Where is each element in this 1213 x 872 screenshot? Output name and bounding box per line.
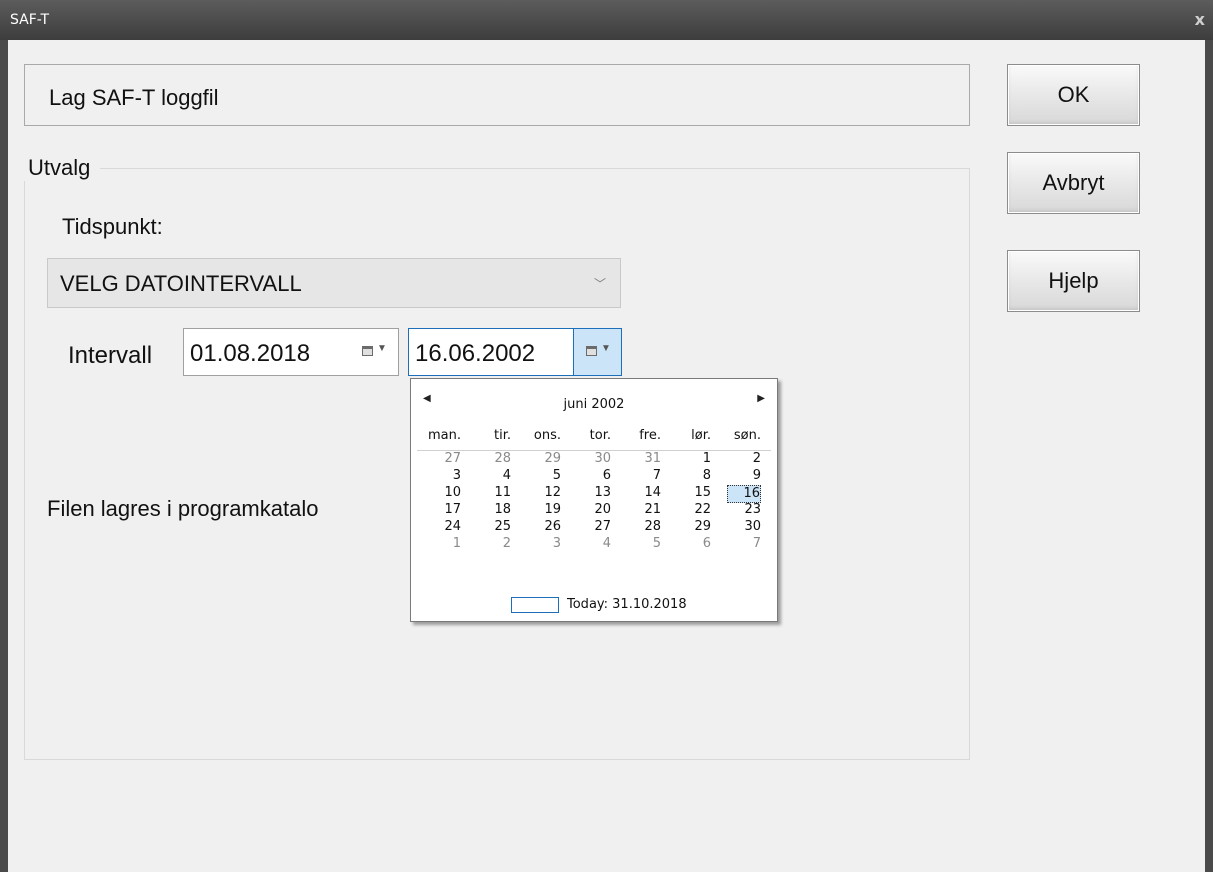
calendar-day[interactable]: 2 — [727, 451, 761, 467]
calendar-day[interactable]: 26 — [527, 519, 561, 535]
header-title: Lag SAF-T loggfil — [49, 85, 219, 110]
window-title: SAF-T — [10, 12, 50, 28]
weekday-label: tir. — [494, 428, 511, 443]
calendar-day[interactable]: 25 — [477, 519, 511, 535]
calendar-icon — [586, 346, 597, 356]
calendar-day[interactable]: 17 — [427, 502, 461, 518]
calendar-popup: ◀ juni 2002 ▶ man. tir. ons. tor. fre. lør. sø… — [410, 378, 778, 622]
tidspunkt-dropdown[interactable]: VELG DATOINTERVALL ﹀ — [47, 258, 621, 308]
calendar-day[interactable]: 28 — [627, 519, 661, 535]
groupbox-label: Utvalg — [18, 155, 101, 181]
calendar-day[interactable]: 29 — [677, 519, 711, 535]
calendar-day[interactable]: 21 — [627, 502, 661, 518]
calendar-day[interactable]: 8 — [677, 468, 711, 484]
weekday-label: tor. — [589, 428, 611, 443]
calendar-day-selected[interactable]: 16 — [727, 485, 761, 503]
calendar-month-label[interactable]: juni 2002 — [411, 397, 777, 412]
weekday-header-row: man. tir. ons. tor. fre. lør. søn. — [411, 428, 779, 444]
header-panel: Lag SAF-T loggfil — [24, 64, 970, 126]
calendar-day[interactable]: 22 — [677, 502, 711, 518]
date-from-dropdown-button[interactable]: ▼ — [350, 329, 398, 375]
calendar-day[interactable]: 27 — [427, 451, 461, 467]
date-to-picker[interactable]: 16.06.2002 ▼ — [408, 328, 622, 376]
calendar-week-row: 27 28 29 30 31 1 2 — [411, 451, 779, 467]
weekday-label: fre. — [639, 428, 661, 443]
chevron-down-icon[interactable]: ﹀ — [594, 275, 606, 292]
calendar-icon — [362, 346, 373, 356]
calendar-day[interactable]: 4 — [477, 468, 511, 484]
calendar-day[interactable]: 1 — [677, 451, 711, 467]
calendar-day[interactable]: 5 — [627, 536, 661, 552]
date-to-dropdown-button[interactable]: ▼ — [573, 329, 621, 375]
calendar-day[interactable]: 28 — [477, 451, 511, 467]
intervall-label: Intervall — [68, 342, 153, 369]
caret-down-icon: ▼ — [377, 343, 387, 354]
calendar-day[interactable]: 5 — [527, 468, 561, 484]
calendar-day[interactable]: 6 — [677, 536, 711, 552]
calendar-day[interactable]: 11 — [477, 485, 511, 501]
tidspunkt-selected-value: VELG DATOINTERVALL — [60, 271, 302, 296]
calendar-day[interactable]: 18 — [477, 502, 511, 518]
calendar-day[interactable]: 30 — [577, 451, 611, 467]
calendar-week-row: 3456789 — [411, 468, 779, 484]
calendar-day[interactable]: 2 — [477, 536, 511, 552]
caret-down-icon: ▼ — [601, 343, 611, 354]
weekday-label: man. — [427, 428, 461, 443]
calendar-day[interactable]: 9 — [727, 468, 761, 484]
calendar-day[interactable]: 24 — [427, 519, 461, 535]
calendar-week-row: 10 11 12 13 14 15 16 — [411, 485, 779, 503]
file-location-text: Filen lagres i programkatalo — [47, 496, 319, 521]
date-from-picker[interactable]: 01.08.2018 ▼ — [183, 328, 399, 376]
calendar-day[interactable]: 23 — [727, 502, 761, 518]
calendar-day[interactable]: 3 — [527, 536, 561, 552]
calendar-day[interactable]: 7 — [627, 468, 661, 484]
calendar-day[interactable]: 12 — [527, 485, 561, 501]
calendar-day[interactable]: 7 — [727, 536, 761, 552]
title-bar[interactable]: SAF-T x — [0, 0, 1213, 40]
today-row[interactable]: Today: 31.10.2018 — [411, 595, 777, 615]
ok-button[interactable]: OK — [1007, 64, 1140, 126]
help-button[interactable]: Hjelp — [1007, 250, 1140, 312]
today-marker — [511, 597, 559, 613]
calendar-day[interactable]: 15 — [677, 485, 711, 501]
calendar-day[interactable]: 31 — [627, 451, 661, 467]
cancel-button[interactable]: Avbryt — [1007, 152, 1140, 214]
calendar-day[interactable]: 20 — [577, 502, 611, 518]
calendar-week-row: 17 18 19 20 21 22 23 — [411, 502, 779, 518]
calendar-day[interactable]: 3 — [427, 468, 461, 484]
weekday-label: lør. — [691, 428, 711, 443]
calendar-day[interactable]: 29 — [527, 451, 561, 467]
weekday-label: søn. — [733, 428, 761, 443]
calendar-day[interactable]: 4 — [577, 536, 611, 552]
close-icon[interactable]: x — [1195, 10, 1205, 29]
calendar-day[interactable]: 14 — [627, 485, 661, 501]
calendar-day[interactable]: 10 — [427, 485, 461, 501]
calendar-week-row: 1234567 — [411, 536, 779, 552]
next-month-icon[interactable]: ▶ — [757, 393, 765, 404]
calendar-day[interactable]: 27 — [577, 519, 611, 535]
today-label[interactable]: Today: 31.10.2018 — [567, 597, 687, 612]
date-from-value[interactable]: 01.08.2018 — [190, 340, 310, 368]
calendar-day[interactable]: 13 — [577, 485, 611, 501]
calendar-day[interactable]: 19 — [527, 502, 561, 518]
calendar-day[interactable]: 30 — [727, 519, 761, 535]
tidspunkt-label: Tidspunkt: — [62, 214, 163, 239]
date-to-value[interactable]: 16.06.2002 — [415, 340, 535, 368]
calendar-day[interactable]: 6 — [577, 468, 611, 484]
weekday-divider — [417, 450, 771, 451]
weekday-label: ons. — [533, 428, 561, 443]
calendar-week-row: 24 25 26 27 28 29 30 — [411, 519, 779, 535]
calendar-day[interactable]: 1 — [427, 536, 461, 552]
